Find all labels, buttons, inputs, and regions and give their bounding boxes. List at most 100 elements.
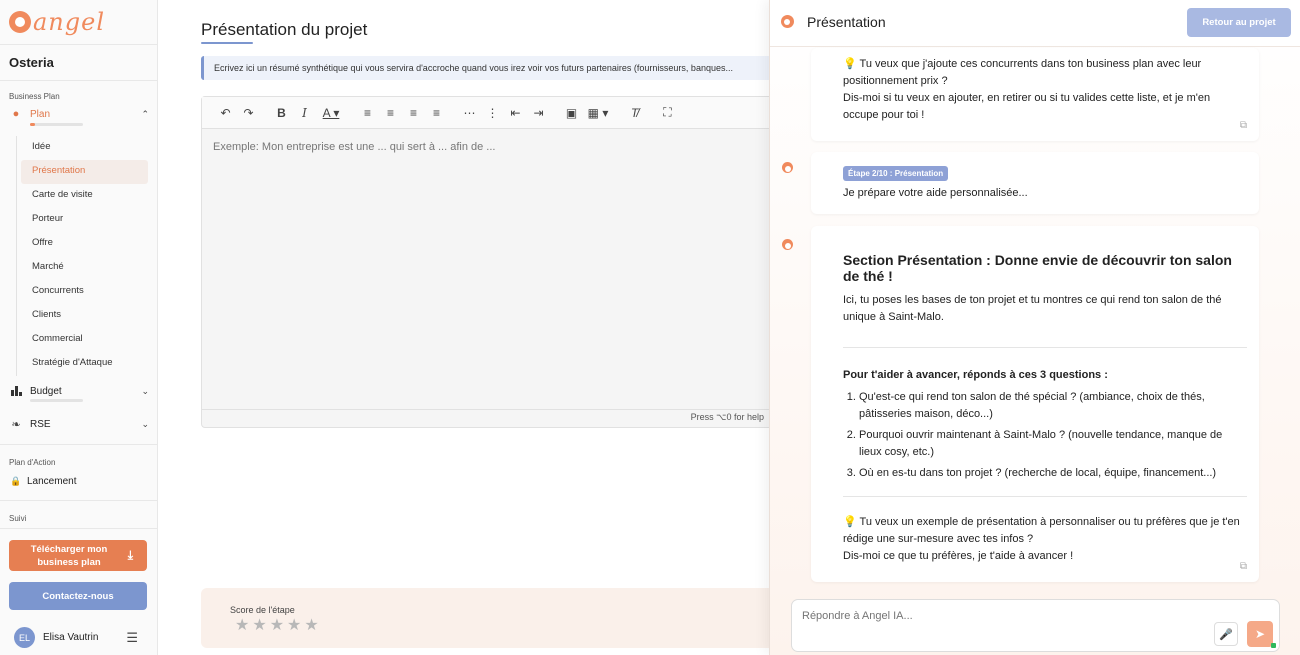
star-icon[interactable]: ★: [235, 615, 249, 635]
app-logo[interactable]: angel: [9, 8, 105, 36]
angel-ia-panel: Présentation Retour au projet 💡 Tu veux …: [769, 0, 1300, 655]
message-text: Dis-moi si tu veux en ajouter, en retire…: [843, 92, 1211, 121]
section-suivi: Suivi: [9, 514, 27, 523]
contact-us-button[interactable]: Contactez-nous: [9, 582, 147, 610]
page-title: Présentation du projet: [201, 20, 368, 39]
angel-avatar-icon: [782, 160, 793, 178]
sidebar-item-idee[interactable]: Idée: [21, 136, 148, 160]
avatar: EL: [14, 627, 35, 648]
sidebar: angel Osteria Business Plan ● Plan ⌃ Idé…: [0, 0, 158, 655]
help-hint: Press ⌥0 for help: [690, 412, 764, 422]
sidebar-group-budget[interactable]: Budget ⌄: [9, 384, 149, 398]
table-icon[interactable]: ▦ ▾: [583, 103, 613, 123]
sidebar-item-carte-de-visite[interactable]: Carte de visite: [21, 184, 148, 208]
chat-composer: 🎤 ➤: [791, 599, 1280, 652]
list-item: Pourquoi ouvrir maintenant à Saint-Malo …: [859, 427, 1247, 461]
image-icon[interactable]: ▣: [560, 103, 583, 123]
pin-icon: ●: [12, 108, 20, 120]
message-text: Dis-moi ce que tu préfères, je t'aide à …: [843, 550, 1074, 562]
numbered-list-icon[interactable]: ⋮: [481, 103, 504, 123]
panel-title: Présentation: [807, 14, 886, 30]
group-label: Plan: [30, 108, 51, 120]
project-name[interactable]: Osteria: [9, 55, 54, 70]
angel-avatar-icon: [782, 237, 793, 255]
message-text: 💡 Tu veux que j'ajoute ces concurrents d…: [843, 58, 1202, 87]
angel-logo-icon: [781, 15, 794, 33]
download-icon: ⤓: [127, 548, 133, 562]
divider: [0, 80, 158, 81]
back-to-project-button[interactable]: Retour au projet: [1187, 8, 1291, 37]
chart-icon: [9, 384, 23, 398]
mic-icon[interactable]: 🎤: [1214, 622, 1238, 646]
progress-fill: [30, 123, 36, 126]
user-name: Elisa Vautrin: [43, 632, 99, 643]
sidebar-group-plan[interactable]: ● Plan ⌃: [9, 107, 149, 121]
italic-icon[interactable]: I: [293, 103, 316, 123]
plan-subnav: Idée Présentation Carte de visite Porteu…: [16, 136, 148, 376]
divider: [843, 496, 1247, 497]
clear-format-icon[interactable]: T̸: [623, 103, 646, 123]
message-text: Je prépare votre aide personnalisée...: [843, 187, 1028, 199]
logo-text: angel: [33, 8, 106, 36]
message-text: Ici, tu poses les bases de ton projet et…: [843, 294, 1222, 323]
divider: [0, 528, 158, 529]
chat-message: Étape 2/10 : Présentation Je prépare vot…: [782, 152, 1259, 214]
star-icon[interactable]: ★: [304, 615, 318, 635]
align-center-icon[interactable]: ≡: [379, 103, 402, 123]
bullet-list-icon[interactable]: ⋯: [458, 103, 481, 123]
user-profile[interactable]: EL Elisa Vautrin ☰: [14, 627, 138, 648]
divider: [0, 500, 158, 501]
redo-icon[interactable]: ↷: [237, 103, 260, 123]
chat-message: 💡 Tu veux que j'ajoute ces concurrents d…: [811, 48, 1259, 141]
sidebar-item-marche[interactable]: Marché: [21, 256, 148, 280]
leaf-icon: ❧: [11, 418, 21, 431]
text-color-icon[interactable]: A ▾: [316, 103, 346, 123]
editor-toolbar: ↶ ↷ B I A ▾ ≡ ≡ ≡ ≡ ⋯ ⋮ ⇤ ⇥ ▣ ▦ ▾ T̸ ⛶: [202, 97, 780, 129]
list-item: Qu'est-ce qui rend ton salon de thé spéc…: [859, 389, 1247, 423]
chevron-up-icon[interactable]: ⌃: [141, 109, 149, 120]
divider: [0, 444, 158, 445]
star-icon[interactable]: ★: [270, 615, 284, 635]
sidebar-item-offre[interactable]: Offre: [21, 232, 148, 256]
menu-icon[interactable]: ☰: [126, 630, 138, 646]
align-left-icon[interactable]: ≡: [356, 103, 379, 123]
status-indicator: [1271, 643, 1276, 648]
star-icon[interactable]: ★: [252, 615, 266, 635]
sidebar-item-strategie[interactable]: Stratégie d'Attaque: [21, 352, 148, 376]
download-label: Télécharger mon business plan: [30, 543, 108, 568]
message-text: 💡 Tu veux un exemple de présentation à p…: [843, 516, 1240, 545]
section-title: Section Présentation : Donne envie de dé…: [843, 252, 1232, 284]
download-business-plan-button[interactable]: Télécharger mon business plan ⤓: [9, 540, 147, 571]
angel-logo-icon: [9, 11, 31, 33]
sidebar-item-presentation[interactable]: Présentation: [21, 160, 148, 184]
chevron-down-icon[interactable]: ⌄: [141, 419, 149, 430]
sidebar-item-clients[interactable]: Clients: [21, 304, 148, 328]
chevron-down-icon[interactable]: ⌄: [141, 386, 149, 397]
send-icon[interactable]: ➤: [1247, 621, 1273, 647]
fullscreen-icon[interactable]: ⛶: [656, 103, 679, 123]
sidebar-group-rse[interactable]: ❧ RSE ⌄: [9, 417, 149, 431]
group-label: RSE: [30, 418, 51, 430]
sidebar-item-concurrents[interactable]: Concurrents: [21, 280, 148, 304]
sidebar-item-porteur[interactable]: Porteur: [21, 208, 148, 232]
group-label: Budget: [30, 385, 62, 397]
chat-input[interactable]: [802, 610, 1202, 622]
divider: [0, 44, 158, 45]
copy-icon[interactable]: ⧉: [1240, 561, 1247, 572]
bold-icon[interactable]: B: [270, 103, 293, 123]
rich-text-editor[interactable]: ↶ ↷ B I A ▾ ≡ ≡ ≡ ≡ ⋯ ⋮ ⇤ ⇥ ▣ ▦ ▾ T̸ ⛶ E…: [201, 96, 781, 428]
undo-icon[interactable]: ↶: [214, 103, 237, 123]
indent-icon[interactable]: ⇥: [527, 103, 550, 123]
lock-icon: 🔒: [10, 475, 22, 486]
sidebar-item-lancement[interactable]: 🔒 Lancement: [9, 474, 149, 488]
plan-progress-bar: [30, 123, 83, 126]
copy-icon[interactable]: ⧉: [1240, 120, 1247, 131]
questions-heading: Pour t'aider à avancer, réponds à ces 3 …: [843, 369, 1108, 381]
sidebar-item-commercial[interactable]: Commercial: [21, 328, 148, 352]
section-plan-action: Plan d'Action: [9, 458, 56, 467]
outdent-icon[interactable]: ⇤: [504, 103, 527, 123]
chat-message: Section Présentation : Donne envie de dé…: [782, 226, 1259, 582]
star-icon[interactable]: ★: [287, 615, 301, 635]
align-right-icon[interactable]: ≡: [402, 103, 425, 123]
align-justify-icon[interactable]: ≡: [425, 103, 448, 123]
